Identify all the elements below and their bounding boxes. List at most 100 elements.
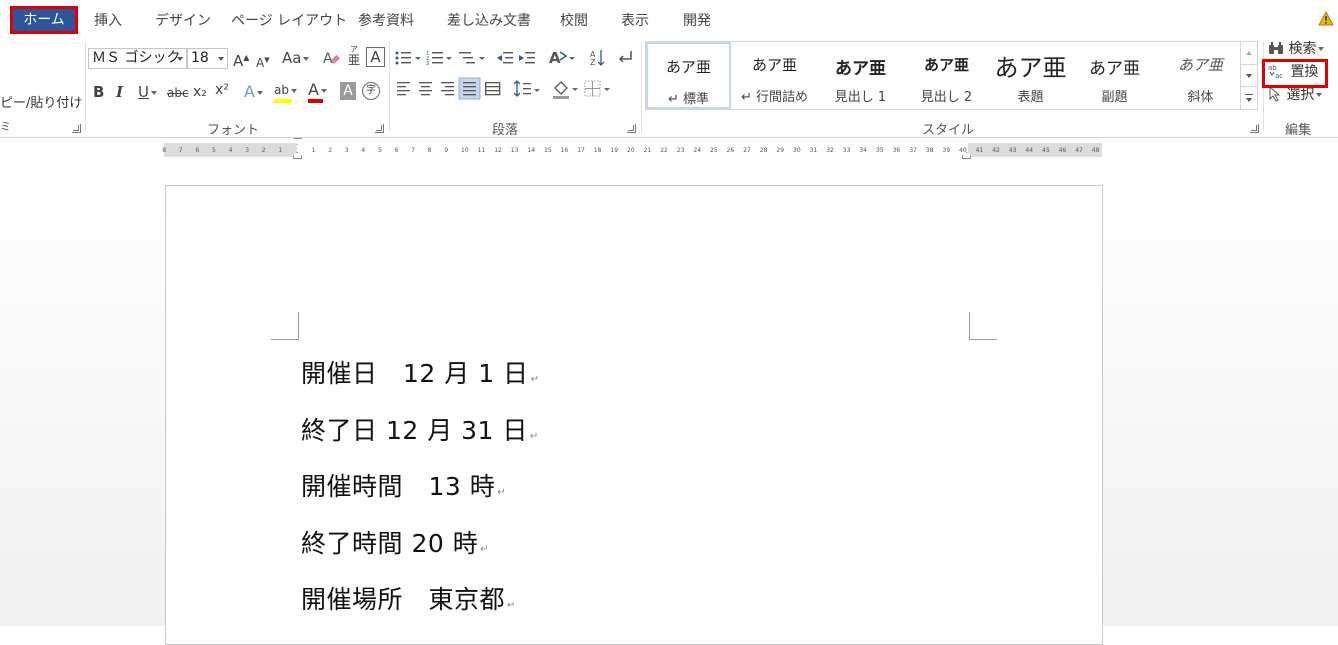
svg-text:Z: Z: [590, 58, 596, 67]
change-case-button[interactable]: Aa: [282, 48, 310, 68]
sort-icon[interactable]: AZ: [590, 50, 605, 67]
align-left-icon[interactable]: [397, 82, 410, 96]
document-line[interactable]: 開催日 12 月 1 日 ↵: [301, 354, 539, 390]
tab-home[interactable]: ホーム: [10, 6, 78, 34]
character-shading-button[interactable]: A: [340, 82, 356, 100]
ruler-tick-label: 1: [311, 147, 316, 154]
find-button[interactable]: 検索: [1268, 39, 1325, 59]
select-button[interactable]: 選択: [1268, 85, 1323, 105]
shrink-font-icon: A: [256, 56, 265, 70]
ruler-tick-label: 3: [344, 147, 349, 154]
strikethrough-button[interactable]: abc: [167, 83, 189, 103]
shrink-font-button[interactable]: A▼: [256, 50, 270, 73]
tab-developer[interactable]: 開発: [683, 10, 711, 30]
select-label: 選択: [1286, 87, 1315, 103]
font-size-dropdown[interactable]: 18: [187, 48, 228, 69]
chevron-down-icon: [1318, 47, 1325, 51]
italic-button[interactable]: I: [116, 82, 123, 102]
font-color-button[interactable]: A: [308, 80, 327, 103]
style-item[interactable]: あア亜 副題: [1072, 42, 1157, 109]
document-line[interactable]: 開催場所 東京都 ↵: [301, 580, 516, 616]
document-line[interactable]: 開催時間 13 時 ↵: [301, 467, 506, 503]
ruler-tick-label: 17: [577, 147, 585, 154]
binoculars-icon: [1269, 42, 1283, 54]
grow-font-button[interactable]: A▲: [233, 48, 249, 71]
paragraph-dialog-launcher-icon[interactable]: [627, 124, 636, 133]
ruler-tick-label: 8: [162, 147, 167, 154]
font-name-dropdown[interactable]: ＭＳ ゴシック (: [88, 48, 187, 69]
group-separator: [85, 42, 86, 132]
tab-view[interactable]: 表示: [621, 10, 649, 30]
cursor-arrow-icon: [1269, 85, 1281, 102]
ruler-tick-label: 37: [909, 147, 917, 154]
style-item[interactable]: あア亜 ↵ 行間詰め: [732, 42, 817, 109]
underline-button[interactable]: U: [138, 82, 157, 102]
tab-mailings[interactable]: 差し込み文書: [447, 10, 531, 30]
warning-icon[interactable]: [1318, 11, 1334, 26]
character-border-button[interactable]: A: [366, 47, 385, 67]
style-preview: あア亜: [751, 56, 797, 74]
increase-indent-icon[interactable]: [519, 52, 535, 64]
grow-font-icon: A: [233, 52, 244, 70]
ruler-tick-label: 12: [494, 147, 502, 154]
style-preview: あア亜: [835, 59, 886, 79]
highlight-button[interactable]: ab: [274, 80, 297, 103]
asian-layout-icon[interactable]: A: [549, 49, 575, 67]
ruler-tick-label: 35: [876, 147, 884, 154]
superscript-button[interactable]: x²: [215, 80, 229, 100]
distributed-icon[interactable]: [485, 82, 501, 96]
clear-formatting-icon[interactable]: A: [322, 49, 340, 67]
tab-references[interactable]: 参考資料: [358, 10, 414, 30]
ruler-tick-label: 6: [195, 147, 200, 154]
chevron-down-icon: [290, 88, 297, 93]
document-line[interactable]: 終了日 12 月 31 日 ↵: [301, 411, 539, 447]
multilevel-list-icon[interactable]: [459, 52, 485, 64]
decrease-indent-icon[interactable]: [497, 52, 513, 64]
clipboard-dialog-launcher-icon[interactable]: [72, 124, 81, 133]
ruler-tick-label: 20: [627, 147, 635, 154]
style-item[interactable]: あア亜 ↵ 標準: [646, 42, 731, 109]
styles-dialog-launcher-icon[interactable]: [1250, 124, 1259, 133]
paragraph-mark-icon: ↵: [497, 487, 507, 498]
tab-review[interactable]: 校閲: [560, 10, 588, 30]
subscript-button[interactable]: x₂: [193, 82, 207, 102]
show-formatting-marks-icon[interactable]: [618, 51, 632, 63]
align-right-icon[interactable]: [441, 82, 454, 96]
gallery-scroll-up-button[interactable]: [1241, 42, 1257, 64]
font-dialog-launcher-icon[interactable]: [375, 124, 384, 133]
ruler-tick-label: 32: [826, 147, 834, 154]
chevron-down-icon: [303, 56, 310, 61]
style-name: ↵ 標準: [667, 92, 710, 107]
ruler-tick-label: 1: [278, 147, 283, 154]
align-center-icon[interactable]: [419, 82, 432, 96]
shading-icon[interactable]: [553, 81, 578, 99]
phonetic-guide-button[interactable]: ア 亜: [348, 44, 360, 66]
gallery-scroll-down-button[interactable]: [1241, 64, 1257, 86]
numbering-icon[interactable]: 123: [426, 51, 452, 67]
ruler-tick-label: 5: [378, 147, 382, 154]
group-separator: [641, 42, 642, 132]
style-item[interactable]: あア亜 見出し 2: [904, 42, 989, 109]
text-effects-button[interactable]: A: [244, 82, 263, 102]
tab-page-layout[interactable]: ページ レイアウト: [231, 10, 347, 30]
style-item[interactable]: あア亜 見出し 1: [818, 42, 903, 109]
style-item[interactable]: あア亜 表題: [988, 42, 1073, 109]
line-spacing-icon[interactable]: [513, 80, 540, 97]
gallery-more-button[interactable]: [1241, 86, 1257, 108]
tab-design[interactable]: デザイン: [155, 10, 211, 30]
borders-icon[interactable]: [584, 80, 610, 97]
bullets-icon[interactable]: [395, 51, 422, 65]
ruler-tick-label: 2: [328, 147, 333, 154]
justify-icon[interactable]: [458, 77, 481, 100]
bold-button[interactable]: B: [93, 82, 104, 102]
styles-gallery: あア亜 ↵ 標準 あア亜 ↵ 行間詰め あア亜 見出し 1 あア亜 見出し 2 あア亜 表題 あア亜…: [645, 41, 1258, 110]
paste-button-label[interactable]: ピー/貼り付け: [0, 92, 82, 111]
tab-insert[interactable]: 挿入: [94, 10, 122, 30]
style-item[interactable]: あア亜 斜体: [1158, 42, 1243, 109]
chevron-down-icon: [1316, 93, 1323, 97]
ruler-tick-label: 16: [560, 147, 569, 154]
enclose-characters-button[interactable]: 字: [362, 82, 380, 100]
horizontal-ruler[interactable]: 8 7 6 5 4 3 2 1 1 2 3 4 5 6 7 8 9 10 11 12 13 14 15 16 17 18 19 20 2…: [162, 143, 1102, 157]
document-line[interactable]: 終了時間 20 時 ↵: [301, 524, 489, 560]
style-name: 副題: [1101, 90, 1128, 105]
